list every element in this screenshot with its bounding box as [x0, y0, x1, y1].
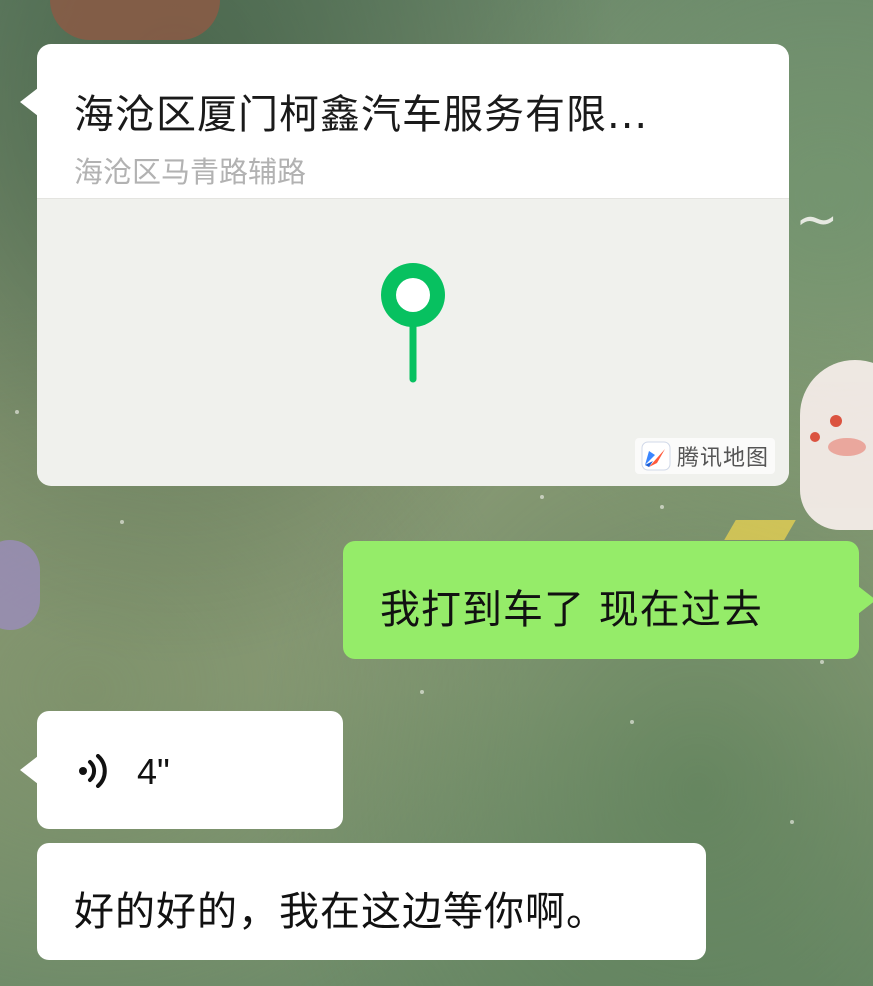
location-message-card[interactable]: 海沧区厦门柯鑫汽车服务有限... 海沧区马青路辅路 腾讯地图: [20, 44, 789, 486]
map-brand: 腾讯地图: [634, 438, 775, 474]
background-decoration: ~: [795, 190, 839, 250]
bubble-tail: [20, 88, 38, 116]
background-decoration: [50, 0, 220, 40]
background-decoration: [724, 520, 796, 540]
map-preview[interactable]: 腾讯地图: [37, 198, 789, 486]
voice-wave-icon: [79, 754, 107, 788]
bubble-tail: [20, 756, 38, 784]
bubble-tail: [858, 586, 873, 614]
location-pin-icon: [381, 263, 445, 383]
location-title: 海沧区厦门柯鑫汽车服务有限...: [74, 92, 649, 138]
map-brand-label: 腾讯地图: [676, 446, 769, 471]
location-address: 海沧区马青路辅路: [74, 155, 307, 189]
outgoing-message-bubble[interactable]: 我打到车了 现在过去: [343, 541, 873, 659]
incoming-message-bubble[interactable]: 好的好的，我在这边等你啊。: [37, 843, 706, 960]
background-bunny-illustration: [800, 360, 873, 530]
tencent-map-logo-icon: [641, 441, 671, 471]
outgoing-message-text: 我打到车了 现在过去: [380, 587, 763, 633]
voice-duration: 4": [137, 751, 170, 792]
incoming-message-text: 好的好的，我在这边等你啊。: [74, 889, 607, 935]
background-decoration: [0, 540, 40, 630]
voice-message-bubble[interactable]: 4": [20, 711, 343, 829]
